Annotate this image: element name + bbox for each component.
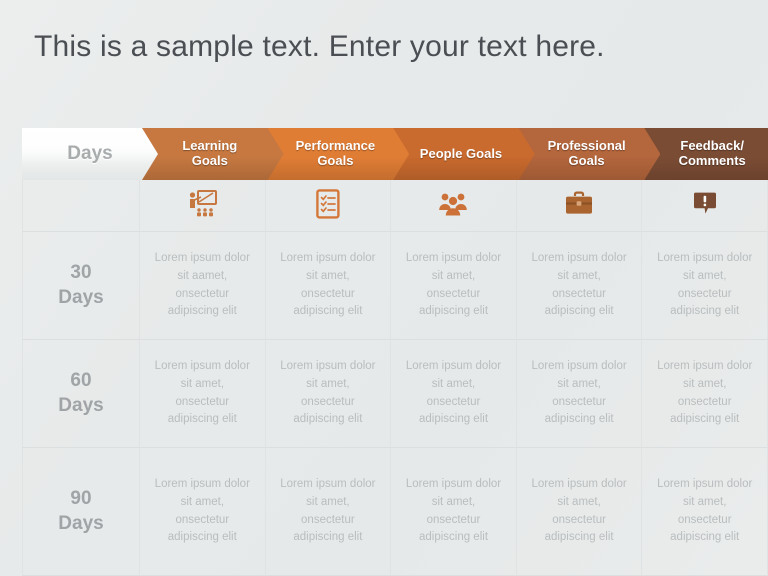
cell-text: Lorem ipsum dolor sit amet, onsectetur a… [405, 251, 502, 318]
cell-text: Lorem ipsum dolor sit amet, onsectetur a… [280, 251, 376, 318]
icon-cell-learning-goals [140, 176, 266, 232]
row-label-unit: Days [58, 286, 104, 308]
row-label-unit: Days [58, 394, 104, 416]
presentation-icon [185, 189, 219, 219]
table-cell: Lorem ipsum dolor sit aamet, onsectetur … [140, 232, 266, 340]
table-cell: Lorem ipsum dolor sit amet, onsectetur a… [265, 448, 392, 576]
cell-text: Lorem ipsum dolor sit amet, onsectetur a… [405, 477, 502, 544]
header-label-people-goals: People Goals [419, 145, 503, 161]
cell-text: Lorem ipsum dolor sit amet, onsectetur a… [657, 251, 753, 318]
header-label-learning-goals: Learning Goals [182, 138, 238, 168]
table-cell: Lorem ipsum dolor sit amet, onsectetur a… [642, 340, 768, 448]
header-label-performance-goals: Performance Goals [295, 138, 376, 168]
icon-cell-feedback-comments [642, 176, 768, 232]
icon-cell-performance-goals [265, 176, 392, 232]
row-label-30-days: 30 Days [22, 232, 140, 340]
row-label-number: 60 [70, 370, 92, 392]
table-cell: Lorem ipsum dolor sit amet, onsectetur a… [516, 340, 643, 448]
table-cell: Lorem ipsum dolor sit amet, onsectetur a… [642, 448, 768, 576]
cell-text: Lorem ipsum dolor sit amet, onsectetur a… [657, 359, 753, 426]
cell-text: Lorem ipsum dolor sit amet, onsectetur a… [280, 477, 376, 544]
table-cell: Lorem ipsum dolor sit amet, onsectetur a… [265, 340, 392, 448]
slide-canvas: This is a sample text. Enter your text h… [0, 0, 768, 576]
header-label-professional-goals: Professional Goals [547, 138, 626, 168]
table-cell: Lorem ipsum dolor sit amet, onsectetur a… [391, 232, 517, 340]
table-cell: Lorem ipsum dolor sit amet, onsectetur a… [140, 448, 266, 576]
table-cell: Lorem ipsum dolor sit amet, onsectetur a… [391, 448, 517, 576]
comment-alert-icon [688, 189, 722, 219]
table-cell: Lorem ipsum dolor sit amet, onsectetur a… [265, 232, 392, 340]
table-grid: 30 Days Lorem ipsum dolor sit aamet, ons… [22, 176, 768, 576]
table-cell: Lorem ipsum dolor sit amet, onsectetur a… [391, 340, 517, 448]
cell-text: Lorem ipsum dolor sit amet, onsectetur a… [531, 251, 627, 318]
page-title: This is a sample text. Enter your text h… [34, 30, 605, 63]
table-cell: Lorem ipsum dolor sit amet, onsectetur a… [642, 232, 768, 340]
ninety-day-plan-table: 30 Days Lorem ipsum dolor sit aamet, ons… [22, 176, 768, 576]
checklist-icon [311, 188, 345, 219]
icon-cell-professional-goals [516, 176, 643, 232]
cell-text: Lorem ipsum dolor sit amet, onsectetur a… [405, 359, 502, 426]
row-label-60-days: 60 Days [22, 340, 140, 448]
cell-text: Lorem ipsum dolor sit amet, onsectetur a… [154, 477, 250, 544]
table-cell: Lorem ipsum dolor sit amet, onsectetur a… [140, 340, 266, 448]
header-chevron-bar: Days Learning Goals Performance Goals Peop… [22, 128, 768, 180]
table-corner-spacer [22, 176, 140, 232]
table-cell: Lorem ipsum dolor sit amet, onsectetur a… [516, 448, 643, 576]
table-cell: Lorem ipsum dolor sit amet, onsectetur a… [516, 232, 643, 340]
row-label-number: 90 [70, 488, 92, 510]
briefcase-icon [562, 189, 596, 219]
cell-text: Lorem ipsum dolor sit amet, onsectetur a… [154, 359, 250, 426]
cell-text: Lorem ipsum dolor sit amet, onsectetur a… [531, 359, 627, 426]
icon-cell-people-goals [391, 176, 517, 232]
cell-text: Lorem ipsum dolor sit amet, onsectetur a… [280, 359, 376, 426]
cell-text: Lorem ipsum dolor sit aamet, onsectetur … [154, 251, 250, 318]
row-label-90-days: 90 Days [22, 448, 140, 576]
people-group-icon [436, 189, 470, 219]
header-chevron-days[interactable]: Days [22, 128, 158, 180]
cell-text: Lorem ipsum dolor sit amet, onsectetur a… [657, 477, 753, 544]
header-label-feedback-comments: Feedback/Comments [678, 138, 746, 168]
cell-text: Lorem ipsum dolor sit amet, onsectetur a… [531, 477, 627, 544]
header-label-days: Days [67, 143, 113, 165]
row-label-number: 30 [70, 262, 92, 284]
row-label-unit: Days [58, 512, 104, 534]
